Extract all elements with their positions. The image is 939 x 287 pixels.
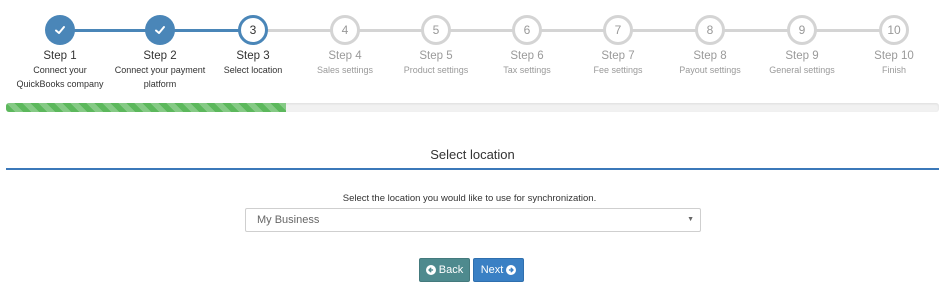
back-button[interactable]: Back — [419, 258, 470, 282]
location-select-value: My Business — [257, 214, 320, 226]
step-5-circle: 5 — [421, 15, 451, 45]
step-10-title: Step 10 — [874, 50, 914, 62]
step-6-circle: 6 — [512, 15, 542, 45]
caret-down-icon: ▼ — [687, 216, 694, 223]
section-divider — [6, 168, 939, 170]
back-button-label: Back — [438, 264, 464, 276]
step-9-circle: 9 — [787, 15, 817, 45]
location-instruction: Select the location you would like to us… — [342, 193, 597, 204]
step-2-circle — [145, 15, 175, 45]
step-8-circle: 8 — [695, 15, 725, 45]
next-button[interactable]: Next — [473, 258, 524, 282]
step-wizard: Step 1 Connect your QuickBooks company S… — [0, 0, 939, 100]
section-title: Select location — [430, 147, 515, 162]
progress-bar-fill — [6, 103, 286, 112]
step-10-desc: Finish — [881, 65, 906, 75]
step-10[interactable]: 10 Step 10 Finish — [834, 15, 939, 77]
check-icon — [155, 26, 165, 34]
step-3-circle: 3 — [238, 15, 268, 45]
progress-bar — [6, 103, 939, 112]
step-10-circle: 10 — [879, 15, 909, 45]
arrow-circle-right-icon — [506, 265, 517, 275]
arrow-circle-left-icon — [425, 265, 436, 275]
location-select[interactable]: My Business ▼ — [245, 208, 701, 232]
step-7-circle: 7 — [603, 15, 633, 45]
check-icon — [55, 26, 65, 34]
step-4-circle: 4 — [330, 15, 360, 45]
next-button-label: Next — [480, 264, 504, 276]
step-1-circle — [45, 15, 75, 45]
